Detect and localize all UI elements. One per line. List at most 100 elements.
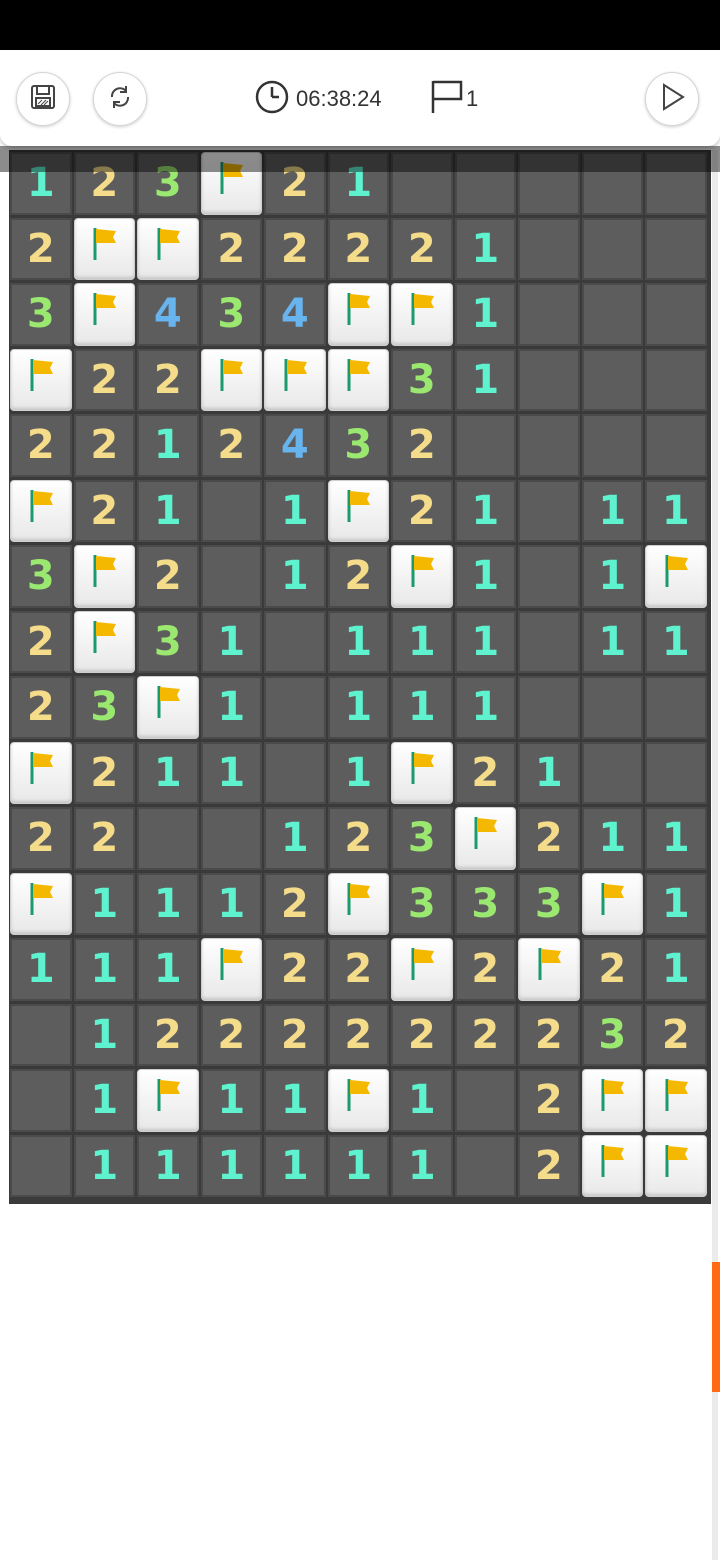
number-cell[interactable]: 1: [200, 676, 262, 739]
flagged-cell[interactable]: [518, 938, 580, 1001]
flagged-cell[interactable]: [454, 807, 516, 870]
number-cell[interactable]: 2: [264, 938, 326, 1001]
number-cell[interactable]: 1: [264, 1069, 326, 1132]
unrevealed-cell[interactable]: [264, 676, 326, 739]
unrevealed-cell[interactable]: [518, 414, 580, 477]
number-cell[interactable]: 1: [137, 938, 199, 1001]
unrevealed-cell[interactable]: [518, 348, 580, 411]
flagged-cell[interactable]: [264, 348, 326, 411]
number-cell[interactable]: 2: [73, 741, 135, 804]
flagged-cell[interactable]: [10, 872, 72, 935]
number-cell[interactable]: 2: [137, 1003, 199, 1066]
number-cell[interactable]: 2: [10, 676, 72, 739]
number-cell[interactable]: 4: [264, 414, 326, 477]
unrevealed-cell[interactable]: [454, 1134, 516, 1197]
number-cell[interactable]: 1: [200, 610, 262, 673]
number-cell[interactable]: 2: [327, 545, 389, 608]
number-cell[interactable]: 2: [391, 414, 453, 477]
number-cell[interactable]: 2: [327, 938, 389, 1001]
unrevealed-cell[interactable]: [200, 545, 262, 608]
unrevealed-cell[interactable]: [581, 283, 643, 346]
flagged-cell[interactable]: [137, 1069, 199, 1132]
unrevealed-cell[interactable]: [581, 217, 643, 280]
unrevealed-cell[interactable]: [645, 741, 707, 804]
number-cell[interactable]: 1: [581, 479, 643, 542]
number-cell[interactable]: 2: [200, 217, 262, 280]
number-cell[interactable]: 3: [518, 872, 580, 935]
number-cell[interactable]: 1: [454, 676, 516, 739]
unrevealed-cell[interactable]: [645, 283, 707, 346]
unrevealed-cell[interactable]: [581, 741, 643, 804]
flagged-cell[interactable]: [391, 938, 453, 1001]
number-cell[interactable]: 1: [137, 741, 199, 804]
number-cell[interactable]: 1: [454, 545, 516, 608]
unrevealed-cell[interactable]: [518, 610, 580, 673]
number-cell[interactable]: 1: [73, 1069, 135, 1132]
number-cell[interactable]: 2: [645, 1003, 707, 1066]
number-cell[interactable]: 3: [10, 545, 72, 608]
number-cell[interactable]: 2: [518, 1003, 580, 1066]
flagged-cell[interactable]: [73, 217, 135, 280]
flagged-cell[interactable]: [391, 283, 453, 346]
restart-button[interactable]: [93, 72, 147, 126]
number-cell[interactable]: 2: [327, 217, 389, 280]
number-cell[interactable]: 1: [264, 479, 326, 542]
flagged-cell[interactable]: [645, 1069, 707, 1132]
unrevealed-cell[interactable]: [137, 807, 199, 870]
number-cell[interactable]: 1: [454, 283, 516, 346]
number-cell[interactable]: 1: [645, 938, 707, 1001]
flagged-cell[interactable]: [581, 1134, 643, 1197]
number-cell[interactable]: 1: [73, 1134, 135, 1197]
number-cell[interactable]: 1: [454, 217, 516, 280]
number-cell[interactable]: 2: [10, 610, 72, 673]
number-cell[interactable]: 1: [454, 610, 516, 673]
unrevealed-cell[interactable]: [454, 414, 516, 477]
number-cell[interactable]: 2: [10, 414, 72, 477]
unrevealed-cell[interactable]: [645, 217, 707, 280]
number-cell[interactable]: 1: [73, 872, 135, 935]
number-cell[interactable]: 1: [327, 741, 389, 804]
number-cell[interactable]: 2: [264, 872, 326, 935]
number-cell[interactable]: 2: [391, 217, 453, 280]
unrevealed-cell[interactable]: [10, 1003, 72, 1066]
number-cell[interactable]: 4: [137, 283, 199, 346]
flagged-cell[interactable]: [73, 545, 135, 608]
flagged-cell[interactable]: [137, 217, 199, 280]
number-cell[interactable]: 1: [73, 1003, 135, 1066]
flagged-cell[interactable]: [327, 1069, 389, 1132]
number-cell[interactable]: 1: [581, 545, 643, 608]
unrevealed-cell[interactable]: [264, 610, 326, 673]
number-cell[interactable]: 2: [200, 414, 262, 477]
flagged-cell[interactable]: [200, 938, 262, 1001]
number-cell[interactable]: 1: [137, 479, 199, 542]
unrevealed-cell[interactable]: [264, 741, 326, 804]
unrevealed-cell[interactable]: [518, 676, 580, 739]
unrevealed-cell[interactable]: [645, 676, 707, 739]
number-cell[interactable]: 2: [454, 741, 516, 804]
unrevealed-cell[interactable]: [10, 1069, 72, 1132]
unrevealed-cell[interactable]: [581, 348, 643, 411]
number-cell[interactable]: 2: [137, 545, 199, 608]
number-cell[interactable]: 2: [327, 807, 389, 870]
number-cell[interactable]: 1: [327, 610, 389, 673]
number-cell[interactable]: 1: [200, 1134, 262, 1197]
flagged-cell[interactable]: [137, 676, 199, 739]
number-cell[interactable]: 2: [518, 1134, 580, 1197]
number-cell[interactable]: 2: [73, 348, 135, 411]
number-cell[interactable]: 1: [645, 479, 707, 542]
number-cell[interactable]: 2: [200, 1003, 262, 1066]
number-cell[interactable]: 3: [581, 1003, 643, 1066]
flagged-cell[interactable]: [10, 348, 72, 411]
number-cell[interactable]: 1: [327, 1134, 389, 1197]
number-cell[interactable]: 2: [391, 479, 453, 542]
unrevealed-cell[interactable]: [645, 414, 707, 477]
unrevealed-cell[interactable]: [454, 1069, 516, 1132]
flagged-cell[interactable]: [73, 283, 135, 346]
number-cell[interactable]: 3: [327, 414, 389, 477]
number-cell[interactable]: 1: [73, 938, 135, 1001]
number-cell[interactable]: 2: [10, 807, 72, 870]
number-cell[interactable]: 1: [264, 545, 326, 608]
flagged-cell[interactable]: [327, 872, 389, 935]
number-cell[interactable]: 2: [264, 1003, 326, 1066]
number-cell[interactable]: 1: [200, 1069, 262, 1132]
